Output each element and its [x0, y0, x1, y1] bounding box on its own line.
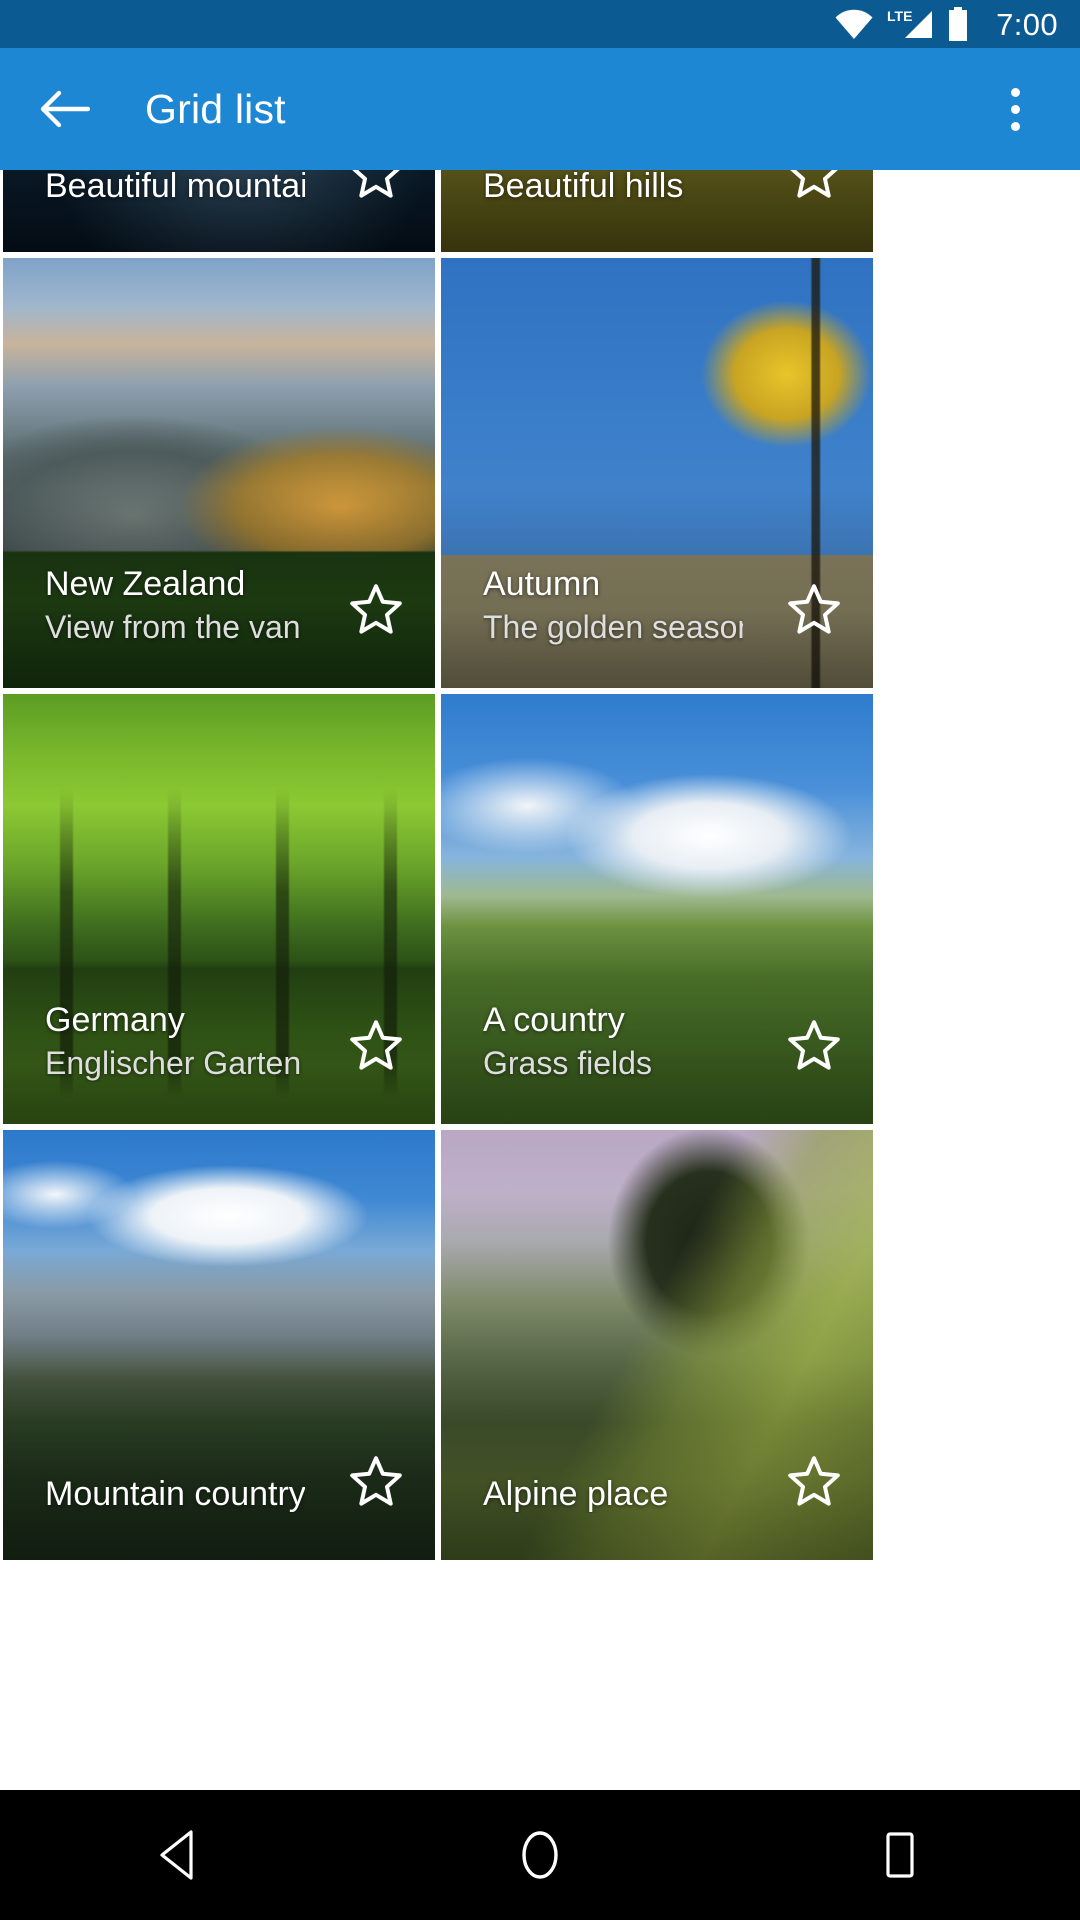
more-vert-icon-dot — [1010, 87, 1020, 97]
tile-title: New Zealand — [45, 565, 246, 603]
tile-subtitle: Grass fields — [483, 1044, 652, 1081]
tile-text-block: Beautiful mountains — [45, 170, 305, 210]
grid-tile-beautiful-mountains[interactable]: Beautiful mountains — [3, 170, 435, 252]
grid-list-scroll-container[interactable]: Beautiful mountains Beautiful hills — [0, 170, 1080, 1790]
grid-tile-alpine-place[interactable]: Alpine place — [441, 1130, 873, 1560]
star-outline-icon — [788, 1456, 840, 1506]
square-recents-icon — [886, 1832, 914, 1878]
tile-text-block: Alpine place — [483, 1476, 743, 1518]
back-button[interactable] — [16, 61, 112, 157]
system-navigation-bar — [0, 1790, 1080, 1920]
star-outline-icon — [352, 170, 400, 198]
battery-icon — [949, 7, 968, 41]
triangle-back-icon — [160, 1830, 193, 1880]
favorite-star-button[interactable] — [783, 578, 845, 640]
favorite-star-button[interactable] — [783, 170, 845, 204]
tile-subtitle: The golden season — [483, 608, 743, 645]
favorite-star-button[interactable] — [345, 1450, 407, 1512]
grid-tile-beautiful-hills[interactable]: Beautiful hills — [441, 170, 873, 252]
wifi-icon — [835, 9, 873, 39]
tile-text-block: Autumn The golden season — [483, 566, 743, 646]
grid-tile-autumn[interactable]: Autumn The golden season — [441, 258, 873, 688]
tile-subtitle: Englischer Garten — [45, 1044, 302, 1081]
tile-title: Beautiful mountains — [45, 170, 305, 205]
tile-title: Beautiful hills — [483, 170, 684, 205]
star-outline-icon — [790, 170, 838, 198]
grid-tile-new-zealand[interactable]: New Zealand View from the van — [3, 258, 435, 688]
svg-text:LTE: LTE — [887, 8, 912, 24]
tile-title: A country — [483, 1001, 625, 1039]
favorite-star-button[interactable] — [345, 578, 407, 640]
tile-text-block: Mountain country — [45, 1476, 305, 1518]
grid-tile-a-country[interactable]: A country Grass fields — [441, 694, 873, 1124]
star-outline-icon — [788, 584, 840, 634]
back-nav-button[interactable] — [105, 1790, 255, 1920]
status-bar-icons: LTE 7:00 — [835, 7, 1058, 41]
favorite-star-button[interactable] — [783, 1450, 845, 1512]
page-title: Grid list — [145, 85, 286, 132]
star-outline-icon — [350, 1020, 402, 1070]
star-outline-icon — [788, 1020, 840, 1070]
overflow-menu-button[interactable] — [972, 61, 1058, 157]
grid-tile-germany[interactable]: Germany Englischer Garten — [3, 694, 435, 1124]
tile-text-block: A country Grass fields — [483, 1002, 743, 1082]
tile-title: Mountain country — [45, 1476, 305, 1513]
tile-title: Germany — [45, 1001, 185, 1039]
tile-text-block: Beautiful hills — [483, 170, 743, 210]
favorite-star-button[interactable] — [345, 170, 407, 204]
grid-tile-mountain-country[interactable]: Mountain country — [3, 1130, 435, 1560]
tile-title: Alpine place — [483, 1476, 669, 1513]
tile-text-block: Germany Englischer Garten — [45, 1002, 305, 1082]
more-vert-icon-dot — [1010, 104, 1020, 114]
lte-signal-icon: LTE — [887, 8, 933, 38]
tile-title: Autumn — [483, 565, 601, 603]
recents-nav-button[interactable] — [825, 1790, 975, 1920]
favorite-star-button[interactable] — [783, 1014, 845, 1076]
home-nav-button[interactable] — [465, 1790, 615, 1920]
status-bar-clock: 7:00 — [996, 6, 1058, 42]
tile-text-block: New Zealand View from the van — [45, 566, 305, 646]
arrow-back-icon — [40, 90, 90, 128]
grid-list: Beautiful mountains Beautiful hills — [0, 170, 1080, 1560]
favorite-star-button[interactable] — [345, 1014, 407, 1076]
circle-home-icon — [522, 1831, 558, 1879]
more-vert-icon-dot — [1010, 121, 1020, 131]
app-bar: Grid list — [0, 48, 1080, 170]
star-outline-icon — [350, 584, 402, 634]
status-bar: LTE 7:00 — [0, 0, 1080, 48]
star-outline-icon — [350, 1456, 402, 1506]
tile-subtitle: View from the van — [45, 608, 301, 645]
